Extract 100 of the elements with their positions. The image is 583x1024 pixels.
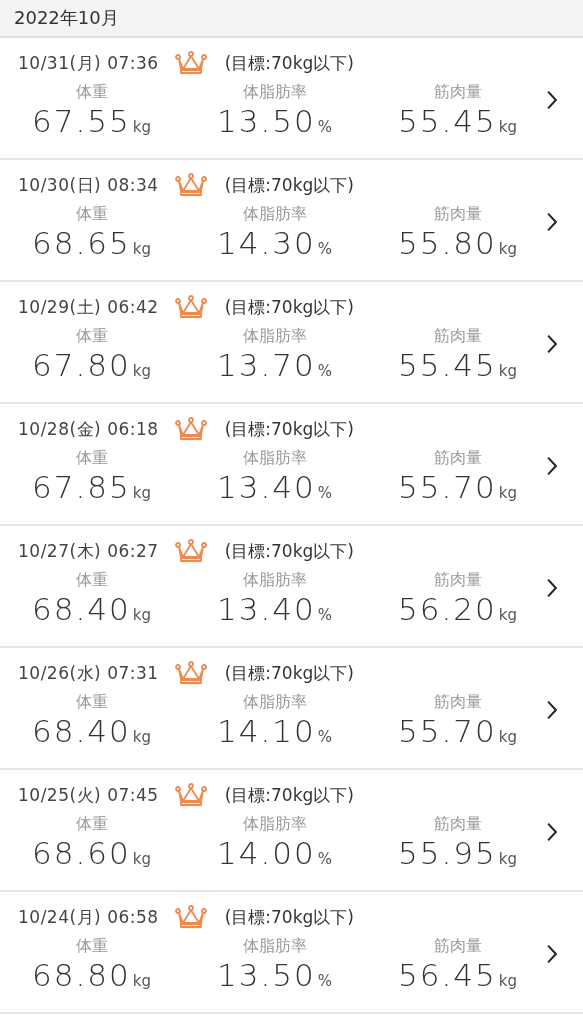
metric-label: 体脂肪率 [242, 936, 307, 956]
chevron-right-icon [546, 944, 558, 964]
metric-unit: % [317, 240, 332, 258]
metric-value: 56.20 [398, 590, 497, 628]
metric-unit: kg [132, 850, 151, 868]
metric-unit: kg [498, 362, 517, 380]
metric-value: 67.55 [32, 102, 131, 140]
metric-unit: kg [132, 362, 151, 380]
metric-label: 体脂肪率 [242, 326, 307, 346]
record-datetime: 10/25(火) 07:45 [18, 783, 159, 807]
metric-unit: kg [498, 118, 517, 136]
metric-unit: kg [132, 118, 151, 136]
chevron-right-icon [546, 90, 558, 110]
metric-unit: kg [498, 728, 517, 746]
metric-value: 67.80 [32, 346, 131, 384]
record-row[interactable]: 10/28(金) 06:18 (目標:70kg以下) 体重 67.85 kg 体脂肪率 13.40% 筋肉量 55.70 kg [0, 404, 583, 526]
metric-unit: % [317, 606, 332, 624]
metric-label: 体脂肪率 [242, 82, 307, 102]
goal-text: (目標:70kg以下) [224, 173, 354, 197]
goal-text: (目標:70kg以下) [224, 539, 354, 563]
goal-text: (目標:70kg以下) [224, 783, 354, 807]
metric-label: 筋肉量 [433, 692, 482, 712]
metric-value: 55.95 [398, 834, 497, 872]
metric-unit: % [317, 484, 332, 502]
metric-value: 14.00 [217, 834, 316, 872]
record-row[interactable]: 10/26(水) 07:31 (目標:70kg以下) 体重 68.40 kg 体脂肪率 14.10% 筋肉量 55.70 kg [0, 648, 583, 770]
metric-unit: % [317, 728, 332, 746]
metric-label: 体脂肪率 [242, 448, 307, 468]
metric-unit: % [317, 362, 332, 380]
record-datetime: 10/30(日) 08:34 [18, 173, 159, 197]
metric-value: 13.70 [217, 346, 316, 384]
metric-label: 体脂肪率 [242, 204, 307, 224]
chevron-right-icon [546, 822, 558, 842]
metric-value: 14.10 [217, 712, 316, 750]
metric-unit: % [317, 850, 332, 868]
metric-unit: kg [498, 484, 517, 502]
record-row[interactable]: 10/30(日) 08:34 (目標:70kg以下) 体重 68.65 kg 体脂肪率 14.30% 筋肉量 55.80 kg [0, 160, 583, 282]
metric-value: 68.40 [32, 590, 131, 628]
month-header: 2022年10月 [14, 6, 119, 30]
record-datetime: 10/24(月) 06:58 [18, 905, 159, 929]
metric-label: 筋肉量 [433, 326, 482, 346]
metric-label: 体重 [75, 936, 108, 956]
metric-label: 体脂肪率 [242, 570, 307, 590]
record-datetime: 10/31(月) 07:36 [18, 51, 159, 75]
metric-label: 体脂肪率 [242, 814, 307, 834]
goal-text: (目標:70kg以下) [224, 905, 354, 929]
metric-unit: kg [132, 606, 151, 624]
chevron-right-icon [546, 334, 558, 354]
goal-text: (目標:70kg以下) [224, 661, 354, 685]
metric-value: 55.80 [398, 224, 497, 262]
goal-text: (目標:70kg以下) [224, 51, 354, 75]
record-row[interactable]: 10/25(火) 07:45 (目標:70kg以下) 体重 68.60 kg 体脂肪率 14.00% 筋肉量 55.95 kg [0, 770, 583, 892]
record-row[interactable]: 10/27(木) 06:27 (目標:70kg以下) 体重 68.40 kg 体脂肪率 13.40% 筋肉量 56.20 kg [0, 526, 583, 648]
metric-value: 14.30 [217, 224, 316, 262]
record-row[interactable]: 10/29(土) 06:42 (目標:70kg以下) 体重 67.80 kg 体脂肪率 13.70% 筋肉量 55.45 kg [0, 282, 583, 404]
metric-unit: % [317, 972, 332, 990]
metric-unit: kg [132, 484, 151, 502]
metric-label: 筋肉量 [433, 936, 482, 956]
chevron-right-icon [546, 212, 558, 232]
metric-unit: kg [498, 850, 517, 868]
metric-value: 13.40 [217, 468, 316, 506]
record-datetime: 10/26(水) 07:31 [18, 661, 159, 685]
goal-text: (目標:70kg以下) [224, 417, 354, 441]
metric-label: 筋肉量 [433, 204, 482, 224]
metric-unit: kg [132, 240, 151, 258]
metric-unit: kg [498, 606, 517, 624]
metric-label: 筋肉量 [433, 448, 482, 468]
goal-text: (目標:70kg以下) [224, 295, 354, 319]
metric-unit: kg [498, 972, 517, 990]
metric-value: 67.85 [32, 468, 131, 506]
record-datetime: 10/29(土) 06:42 [18, 295, 159, 319]
metric-unit: kg [132, 972, 151, 990]
metric-value: 68.65 [32, 224, 131, 262]
chevron-right-icon [546, 456, 558, 476]
chevron-right-icon [546, 578, 558, 598]
metric-label: 体脂肪率 [242, 692, 307, 712]
metric-value: 55.70 [398, 712, 497, 750]
record-row[interactable]: 10/31(月) 07:36 (目標:70kg以下) 体重 67.55 kg 体脂肪率 13.50% 筋肉量 55.45 kg [0, 38, 583, 160]
record-datetime: 10/28(金) 06:18 [18, 417, 159, 441]
metric-label: 筋肉量 [433, 570, 482, 590]
metric-label: 筋肉量 [433, 82, 482, 102]
metric-value: 55.45 [398, 346, 497, 384]
metric-value: 55.45 [398, 102, 497, 140]
metric-value: 56.45 [398, 956, 497, 994]
record-datetime: 10/27(木) 06:27 [18, 539, 159, 563]
metric-label: 体重 [75, 204, 108, 224]
metric-label: 体重 [75, 326, 108, 346]
metric-label: 体重 [75, 82, 108, 102]
metric-label: 筋肉量 [433, 814, 482, 834]
metric-value: 13.50 [217, 102, 316, 140]
metric-value: 13.50 [217, 956, 316, 994]
metric-unit: kg [132, 728, 151, 746]
metric-value: 55.70 [398, 468, 497, 506]
metric-unit: % [317, 118, 332, 136]
metric-label: 体重 [75, 692, 108, 712]
record-row[interactable]: 10/24(月) 06:58 (目標:70kg以下) 体重 68.80 kg 体脂肪率 13.50% 筋肉量 56.45 kg [0, 892, 583, 1014]
metric-label: 体重 [75, 570, 108, 590]
metric-label: 体重 [75, 448, 108, 468]
metric-label: 体重 [75, 814, 108, 834]
metric-unit: kg [498, 240, 517, 258]
